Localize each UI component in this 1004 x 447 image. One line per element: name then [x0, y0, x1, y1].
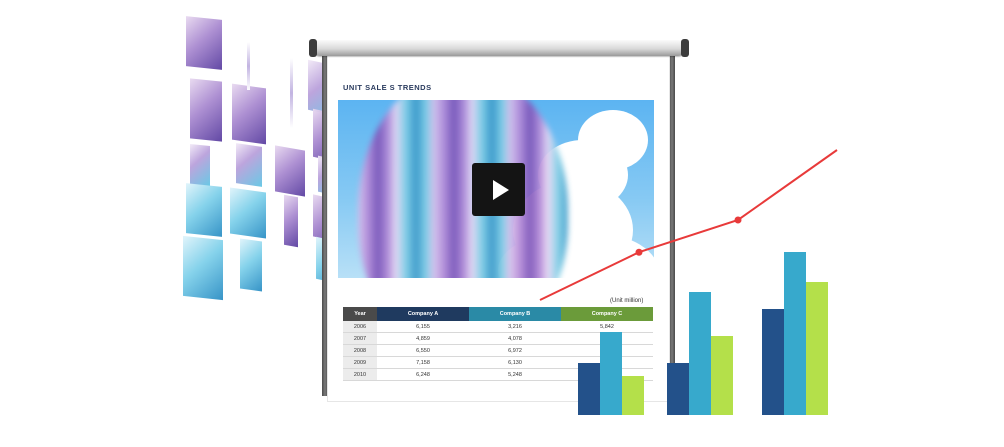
cell-year: 2010 — [343, 368, 377, 381]
cell-year: 2006 — [343, 321, 377, 333]
bar-chart — [578, 252, 828, 415]
cell-company-a: 6,550 — [377, 344, 469, 357]
floating-tile — [186, 183, 222, 237]
bar — [762, 309, 784, 415]
floating-tile — [232, 83, 266, 145]
header-company-a: Company A — [377, 307, 469, 321]
bar — [806, 282, 828, 415]
bar — [689, 292, 711, 415]
floating-tile — [247, 42, 250, 90]
bar — [667, 363, 689, 415]
floating-tile — [183, 235, 223, 301]
floating-tile — [284, 194, 298, 248]
bar — [711, 336, 733, 415]
screen-roller — [312, 40, 686, 56]
cell-company-b: 3,216 — [469, 321, 561, 333]
bar — [622, 376, 644, 415]
play-icon — [492, 179, 509, 200]
floating-tile — [186, 16, 222, 70]
bar — [578, 363, 600, 415]
screen-title: UNIT SALE S TRENDS — [343, 83, 432, 92]
cell-company-b: 6,130 — [469, 356, 561, 369]
cell-company-a: 6,155 — [377, 321, 469, 333]
cell-year: 2009 — [343, 356, 377, 369]
play-button[interactable] — [472, 163, 525, 216]
floating-tile — [290, 58, 293, 128]
cell-year: 2008 — [343, 344, 377, 357]
floating-tile — [190, 78, 222, 142]
cell-company-b: 5,248 — [469, 368, 561, 381]
cell-company-a: 7,158 — [377, 356, 469, 369]
floating-tile — [190, 143, 210, 187]
screen-roller-cap-right — [681, 39, 689, 57]
header-year: Year — [343, 307, 377, 321]
cell-company-a: 6,248 — [377, 368, 469, 381]
cell-company-a: 4,859 — [377, 332, 469, 345]
floating-tile — [240, 238, 262, 292]
bar — [784, 252, 806, 415]
cell-company-b: 6,972 — [469, 344, 561, 357]
trend-point — [734, 216, 742, 224]
floating-tile — [230, 187, 266, 239]
floating-tile — [236, 143, 262, 187]
cell-company-b: 4,078 — [469, 332, 561, 345]
bar — [600, 332, 622, 415]
cell-year: 2007 — [343, 332, 377, 345]
floating-tile — [275, 145, 305, 197]
floating-tiles — [0, 0, 374, 447]
screen-roller-cap-left — [309, 39, 317, 57]
